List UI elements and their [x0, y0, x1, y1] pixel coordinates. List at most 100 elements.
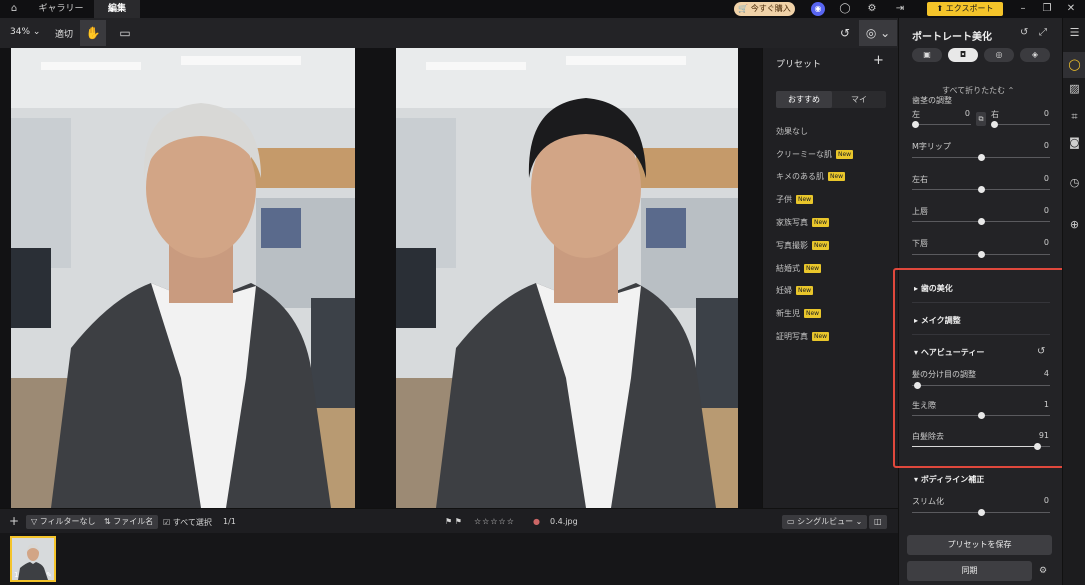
mode-eye-icon[interactable]: ◎: [984, 48, 1014, 62]
sync-button[interactable]: 同期: [907, 561, 1032, 581]
save-preset-button[interactable]: プリセットを保存: [907, 535, 1052, 555]
add-preset-icon[interactable]: +: [873, 53, 884, 68]
slider-left-track[interactable]: [915, 124, 971, 125]
slider-left-knob[interactable]: [911, 121, 919, 128]
color-label-icon[interactable]: ●: [533, 517, 540, 526]
view-mode-dropdown[interactable]: ▭ シングルビュー ⌄: [782, 515, 868, 529]
preset-panel: プリセット + おすすめ マイ 効果なし クリーミーな肌 New キメのある肌 New 子…: [762, 48, 898, 508]
tab-edit[interactable]: 編集: [94, 0, 140, 18]
portrait-mode-selector: ▣ ◘ ◎ ◈: [912, 48, 1052, 62]
settings-icon[interactable]: ⚙: [865, 2, 879, 16]
tab-mine[interactable]: マイ: [832, 91, 886, 108]
slider-grayhair-knob[interactable]: [1034, 443, 1042, 450]
ruler-icon[interactable]: ▭: [112, 20, 138, 46]
thumbnail[interactable]: 1 ✎: [10, 536, 56, 582]
discord-icon[interactable]: ◉: [811, 2, 825, 16]
checkbox-icon: ☑: [163, 518, 173, 527]
new-badge: New: [812, 332, 830, 342]
preset-item[interactable]: 効果なし: [776, 120, 853, 143]
slider-upperlip-value: 0: [1043, 206, 1049, 215]
preset-item[interactable]: 妊婦 New: [776, 280, 853, 303]
slider-upperlip-knob[interactable]: [977, 218, 985, 225]
tab-recommended[interactable]: おすすめ: [776, 91, 832, 108]
add-icon[interactable]: +: [9, 514, 19, 528]
expand-icon[interactable]: ⤢: [1039, 27, 1047, 38]
caret-down-icon: ▾: [914, 348, 921, 357]
collapse-all-button[interactable]: すべて折りたたむ ⌃: [942, 85, 1014, 96]
preset-item[interactable]: 結婚式 New: [776, 257, 853, 280]
slider-mlip-knob[interactable]: [977, 154, 985, 161]
preset-item-label: 写真撮影: [776, 240, 808, 250]
section-body[interactable]: ▾ ボディライン補正: [914, 474, 984, 485]
slider-part-label: 髪の分け目の調整: [912, 370, 976, 379]
fit-button[interactable]: 適切: [55, 27, 73, 40]
reset-icon[interactable]: ↺: [1020, 27, 1028, 38]
tab-gallery[interactable]: ギャラリー: [30, 0, 92, 18]
chevron-down-icon: ⌄: [853, 517, 863, 526]
export-button[interactable]: ⬆ エクスポート: [927, 2, 1003, 16]
reset-icon[interactable]: ↺: [832, 20, 858, 46]
logout-icon[interactable]: ⇥: [893, 2, 907, 16]
thumbnail-index: 1: [14, 571, 19, 579]
portrait-icon[interactable]: ◯: [1063, 52, 1085, 78]
compare-view-icon[interactable]: ◎ ⌄: [859, 20, 897, 46]
slider-right-track[interactable]: [994, 124, 1050, 125]
preset-item[interactable]: クリーミーな肌 New: [776, 143, 854, 166]
sort-button[interactable]: ⇅ ファイル名: [99, 515, 159, 529]
zoom-dropdown[interactable]: 34% ⌄: [10, 27, 40, 37]
zoom-value: 34%: [10, 27, 31, 37]
mode-layers-icon[interactable]: ◈: [1020, 48, 1050, 62]
split-view-icon[interactable]: ◫: [869, 515, 887, 529]
flag-icon[interactable]: ⚑ ⚑: [445, 517, 462, 526]
new-badge: New: [812, 218, 830, 228]
preset-item[interactable]: 子供 New: [776, 188, 853, 211]
sync-settings-icon[interactable]: ⚙: [1034, 561, 1052, 581]
slider-slim-knob[interactable]: [977, 509, 985, 516]
history-icon[interactable]: ◷: [1063, 176, 1085, 189]
maximize-icon[interactable]: ❐: [1040, 2, 1054, 16]
close-icon[interactable]: ✕: [1064, 2, 1078, 16]
preset-item-label: クリーミーな肌: [776, 149, 832, 159]
section-makeup[interactable]: ▸ メイク調整: [914, 315, 961, 326]
section-teeth[interactable]: ▸ 歯の美化: [914, 283, 953, 294]
slider-upperlip-label: 上唇: [912, 207, 928, 216]
toolbar: 34% ⌄ 適切 ✋ ▭ ↺ ◎ ⌄: [0, 18, 898, 48]
buy-now-button[interactable]: 🛒 今すぐ購入: [734, 2, 795, 16]
hand-tool-icon[interactable]: ✋: [80, 20, 106, 46]
bottom-bar: + ▽ フィルターなし ⇅ ファイル名 ☑ すべて選択 1/1 ⚑ ⚑ ☆☆☆☆…: [0, 508, 898, 533]
preset-item[interactable]: 家族写真 New: [776, 211, 853, 234]
image-icon[interactable]: ▨: [1063, 82, 1085, 95]
preset-item[interactable]: 証明写真 New: [776, 325, 853, 348]
camera-icon[interactable]: ◙: [1063, 136, 1085, 149]
slider-leftright-knob[interactable]: [977, 186, 985, 193]
slider-part-track[interactable]: [912, 385, 1050, 386]
home-icon[interactable]: ⌂: [6, 2, 22, 16]
caret-down-icon: ▾: [914, 475, 921, 484]
sort-label: ファイル名: [113, 517, 154, 526]
preset-item[interactable]: 新生児 New: [776, 302, 853, 325]
account-icon[interactable]: ◯: [838, 2, 852, 16]
link-icon[interactable]: ⧉: [976, 112, 986, 126]
tool-rail: ☰ ◯ ▨ ⌗ ◙ ◷ ⊕: [1062, 18, 1085, 585]
slider-part-knob[interactable]: [914, 382, 922, 389]
add-icon[interactable]: ⊕: [1063, 218, 1085, 231]
slider-hairline-value: 1: [1043, 400, 1049, 409]
select-all-checkbox[interactable]: ☑ すべて選択: [163, 517, 212, 528]
rating-stars[interactable]: ☆☆☆☆☆: [474, 517, 515, 526]
mode-body-icon[interactable]: ▣: [912, 48, 942, 62]
section-hair[interactable]: ▾ ヘアビューティー: [914, 347, 984, 358]
mode-face-icon[interactable]: ◘: [948, 48, 978, 62]
filter-button[interactable]: ▽ フィルターなし: [26, 515, 101, 529]
hair-reset-icon[interactable]: ↺: [1037, 346, 1045, 357]
slider-right-knob[interactable]: [990, 121, 998, 128]
preset-list: 効果なし クリーミーな肌 New キメのある肌 New 子供 New 家族写真 New 写真撮影 N…: [776, 120, 854, 348]
export-icon: ⬆: [936, 4, 946, 13]
sliders-icon[interactable]: ☰: [1063, 26, 1085, 39]
slider-hairline-knob[interactable]: [977, 412, 985, 419]
slider-lowerlip-knob[interactable]: [977, 251, 985, 258]
image-canvas[interactable]: [0, 48, 762, 508]
preset-item[interactable]: 写真撮影 New: [776, 234, 853, 257]
crop-icon[interactable]: ⌗: [1063, 110, 1085, 124]
minimize-icon[interactable]: –: [1016, 2, 1030, 16]
preset-item[interactable]: キメのある肌 New: [776, 166, 853, 189]
